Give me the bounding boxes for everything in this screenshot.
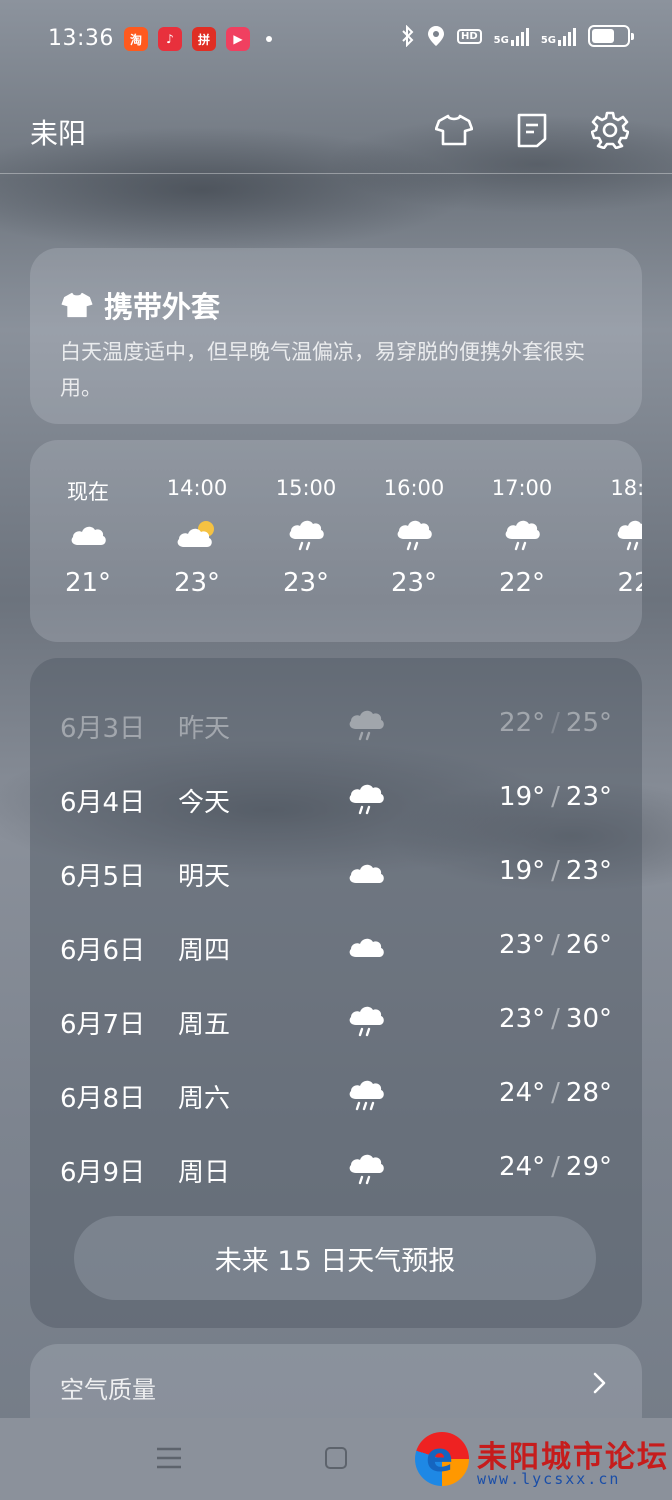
rain-icon [397,520,432,551]
day-temp-range: 19°/23° [499,782,612,812]
location-icon [427,26,444,46]
hourly-forecast-card[interactable]: 现在 21° 14:00 23° 15:00 23° 16:00 23° 17:… [30,440,642,642]
rain-icon [349,1154,384,1185]
bluetooth-icon [402,25,414,47]
day-temp-range: 23°/30° [499,1004,612,1034]
tip-description: 白天温度适中，但早晚气温偏凉，易穿脱的便携外套很实用。 [60,340,585,400]
shirt-icon [61,292,93,318]
daily-row[interactable]: 6月8日 周六 24°/28° [30,1058,642,1132]
hourly-item: 15:00 23° [256,476,356,598]
tip-title: 携带外套 [104,290,221,324]
cloudy-icon [349,938,384,957]
rain-icon [349,1006,384,1037]
day-date: 6月3日 [60,714,146,744]
day-date: 6月8日 [60,1084,146,1114]
shirt-icon [435,114,473,146]
pinduoduo-app-icon: 拼 [192,27,216,51]
signal-icon: 5G [541,26,576,46]
music-app-icon: ♪ [158,27,182,51]
gear-icon [591,111,629,149]
hour-time: 18:0 [610,476,642,500]
hour-temp: 22° [498,568,546,598]
hour-temp: 23° [390,568,438,598]
day-date: 6月6日 [60,936,146,966]
more-notifications-dot-icon [266,36,272,42]
heavy-rain-icon [349,1080,384,1111]
day-name: 周日 [178,1158,231,1188]
signal-icon: 5G [494,26,529,46]
15-day-forecast-button[interactable]: 未来 15 日天气预报 [74,1216,596,1300]
hour-temp: 23° [282,568,330,598]
tip-title-row: 携带外套 [60,284,220,326]
day-date: 6月7日 [60,1010,146,1040]
battery-icon [588,25,634,47]
hour-time: 16:00 [383,476,445,500]
status-bar: 13:36 淘 ♪ 拼 ▶ HD 5G 5G [0,0,672,80]
day-date: 6月9日 [60,1158,146,1188]
daily-row-today[interactable]: 6月4日 今天 19°/23° [30,762,642,836]
day-temp-range: 24°/29° [499,1152,612,1182]
taobao-app-icon: 淘 [124,27,148,51]
day-date: 6月4日 [60,788,146,818]
watermark-url: www.lycsxx.cn [477,1470,621,1488]
daily-row-tomorrow[interactable]: 6月5日 明天 19°/23° [30,836,642,910]
daily-row-yesterday[interactable]: 6月3日 昨天 22°/25° [30,688,642,762]
rain-icon [289,520,324,551]
notification-icons: 淘 ♪ 拼 ▶ [124,27,272,51]
hour-time: 15:00 [275,476,337,500]
hourly-item: 14:00 23° [147,476,247,598]
video-app-icon: ▶ [226,27,250,51]
clothing-tip-card[interactable]: 携带外套 白天温度适中，但早晚气温偏凉，易穿脱的便携外套很实用。 [30,248,642,424]
city-name[interactable]: 耒阳 [30,112,86,152]
clothing-index-button[interactable] [434,110,474,150]
status-time: 13:36 [48,26,114,51]
hour-time: 17:00 [491,476,553,500]
daily-row[interactable]: 6月9日 周日 24°/29° [30,1132,642,1206]
app-header: 耒阳 [0,90,672,174]
day-temp-range: 19°/23° [499,856,612,886]
day-name: 今天 [178,788,231,818]
daily-row[interactable]: 6月7日 周五 23°/30° [30,984,642,1058]
hour-temp: 22 [617,568,642,598]
day-name: 昨天 [178,714,231,744]
status-indicators: HD 5G 5G [401,25,634,47]
hour-temp: 21° [64,568,112,598]
hourly-item: 16:00 23° [364,476,464,598]
day-temp-range: 24°/28° [499,1078,612,1108]
day-name: 周五 [178,1010,231,1040]
partly-sunny-icon [177,521,214,547]
hourly-item: 现在 21° [38,476,138,598]
day-date: 6月5日 [60,862,146,892]
day-name: 明天 [178,862,231,892]
air-quality-label: 空气质量 [60,1376,156,1404]
settings-button[interactable] [590,110,630,150]
forum-watermark: 耒阳城市论坛 www.lycsxx.cn [415,1428,672,1498]
rain-icon [349,710,384,741]
hour-temp: 23° [173,568,221,598]
chevron-right-icon [593,1372,606,1394]
weather-list-button[interactable] [512,110,552,150]
cloudy-icon [71,526,106,545]
recent-apps-menu-icon[interactable] [156,1446,182,1470]
day-temp-range: 22°/25° [499,708,612,738]
forum-logo-icon [415,1432,469,1486]
rain-icon [617,520,642,551]
cloudy-icon [349,864,384,883]
hd-voice-icon: HD [456,28,482,44]
daily-forecast-card: 6月3日 昨天 22°/25° 6月4日 今天 19°/23° 6月5日 明天 … [30,658,642,1328]
day-name: 周四 [178,936,231,966]
rain-icon [505,520,540,551]
day-name: 周六 [178,1084,231,1114]
document-list-icon [517,113,547,148]
rain-icon [349,784,384,815]
daily-row[interactable]: 6月6日 周四 23°/26° [30,910,642,984]
day-temp-range: 23°/26° [499,930,612,960]
hourly-item: 17:00 22° [472,476,572,598]
hour-time: 14:00 [166,476,228,500]
hour-time: 现在 [67,480,109,504]
hourly-item: 18:0 22 [584,476,642,598]
home-button[interactable] [325,1447,347,1469]
